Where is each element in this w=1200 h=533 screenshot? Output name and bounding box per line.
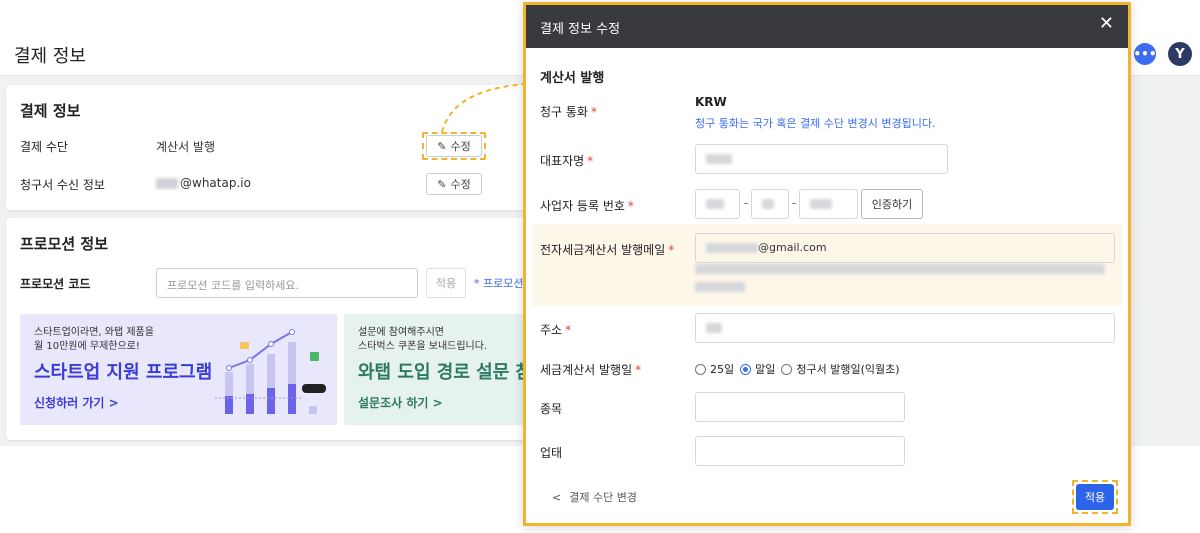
header-icons: ••• Y <box>1134 42 1192 66</box>
promo-apply-button[interactable]: 적용 <box>426 268 466 298</box>
business-type-label: 업태 <box>540 446 563 460</box>
banner-subtitle: 스타트업이라면, 와탭 제품을 월 10만원에 무제한으로! <box>34 327 154 352</box>
address-label: 주소 * <box>540 323 572 337</box>
rep-name-input[interactable] <box>695 144 948 174</box>
item-input[interactable] <box>695 392 905 422</box>
masked-text <box>156 178 178 189</box>
apply-highlight-frame: 적용 <box>1072 480 1118 514</box>
invoice-email-domain: @whatap.io <box>180 176 251 190</box>
pencil-icon: ✎ <box>437 177 447 191</box>
edit-payment-modal: 결제 정보 수정 ✕ 계산서 발행 청구 통화 * KRW 청구 통화는 국가 혹… <box>523 2 1131 526</box>
close-icon[interactable]: ✕ <box>1099 15 1114 33</box>
rep-name-label: 대표자명 * <box>540 154 594 168</box>
biz-number-label: 사업자 등록 번호 * <box>540 199 634 213</box>
promotion-card: 프로모션 정보 프로모션 코드 프로모션 코드를 입력하세요. 적용 * 프로모… <box>6 218 536 440</box>
item-label: 종목 <box>540 402 563 416</box>
modal-header: 결제 정보 수정 ✕ <box>526 5 1128 48</box>
banner-title: 스타트업 지원 프로그램 <box>34 362 213 383</box>
currency-label: 청구 통화 * <box>540 105 597 119</box>
apply-button[interactable]: 적용 <box>1076 484 1114 510</box>
invoice-info-label: 청구서 수신 정보 <box>20 178 105 192</box>
email-input[interactable]: @gmail.com <box>695 233 1115 263</box>
survey-banner[interactable]: 설문에 참여해주시면 스타벅스 쿠폰을 보내드립니다. 와탭 도입 경로 설문 … <box>344 314 536 425</box>
callout-connector <box>441 83 529 133</box>
email-label: 전자세금계산서 발행메일 * <box>540 243 675 257</box>
banner-title: 와탭 도입 경로 설문 참 <box>358 362 533 383</box>
payment-card-title: 결제 정보 <box>20 102 81 120</box>
modal-title: 결제 정보 수정 <box>540 22 621 37</box>
screen: 결제 정보 ••• Y 결제 정보 결제 수단 계산서 발행 ✎ 수정 청구서 … <box>0 0 1200 533</box>
page-title: 결제 정보 <box>14 46 86 67</box>
business-type-input[interactable] <box>695 436 905 466</box>
radio-25th[interactable] <box>695 363 706 375</box>
chevron-left-icon: < <box>552 491 562 504</box>
banner-apply-link[interactable]: 신청하러 가기 > <box>34 394 119 411</box>
avatar[interactable]: Y <box>1168 42 1192 66</box>
biz-number-part3-input[interactable] <box>799 189 858 219</box>
edit-button-label: 수정 <box>450 178 471 191</box>
biz-number-separator: - <box>744 196 749 210</box>
biz-number-part1-input[interactable] <box>695 189 740 219</box>
radio-invoice-date[interactable] <box>781 363 793 375</box>
edit-invoice-button[interactable]: ✎ 수정 <box>426 173 482 195</box>
issue-day-label: 세금계산서 발행일 * <box>540 363 642 377</box>
payment-method-value: 계산서 발행 <box>156 140 216 154</box>
banner-survey-link[interactable]: 설문조사 하기 > <box>358 394 443 411</box>
section-title: 계산서 발행 <box>540 71 605 86</box>
startup-program-banner[interactable]: 스타트업이라면, 와탭 제품을 월 10만원에 무제한으로! 스타트업 지원 프… <box>20 314 337 425</box>
back-to-payment-method-link[interactable]: < 결제 수단 변경 <box>552 489 637 505</box>
chat-bubble-icon[interactable]: ••• <box>1134 43 1157 65</box>
radio-month-end[interactable] <box>740 363 752 375</box>
currency-value: KRW <box>695 95 727 109</box>
issue-day-radio-group: 25일 말일 청구서 발행일(익월초) <box>695 361 906 377</box>
growth-chart-illustration <box>215 329 326 414</box>
address-input[interactable] <box>695 313 1115 343</box>
promo-code-input[interactable]: 프로모션 코드를 입력하세요. <box>156 268 418 298</box>
email-help-text <box>695 264 1115 292</box>
promo-note: * 프로모션 <box>474 277 524 290</box>
promotion-card-title: 프로모션 정보 <box>20 235 109 253</box>
banner-subtitle: 설문에 참여해주시면 스타벅스 쿠폰을 보내드립니다. <box>358 327 488 352</box>
promo-code-label: 프로모션 코드 <box>20 277 91 291</box>
currency-note: 청구 통화는 국가 혹은 결제 수단 변경시 변경됩니다. <box>695 117 936 130</box>
biz-number-part2-input[interactable] <box>751 189 789 219</box>
invoice-email-value: @whatap.io <box>156 176 251 190</box>
payment-method-label: 결제 수단 <box>20 140 68 154</box>
verify-button[interactable]: 인증하기 <box>861 189 923 219</box>
biz-number-separator: - <box>792 196 797 210</box>
